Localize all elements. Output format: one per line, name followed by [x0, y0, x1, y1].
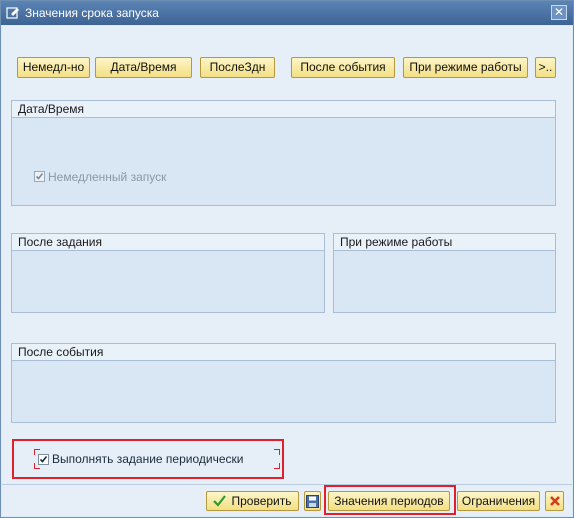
after-job-group: После задания — [11, 233, 325, 313]
operation-mode-button[interactable]: При режиме работы — [403, 57, 528, 78]
focus-corner — [274, 463, 280, 469]
immediate-start-row: Немедленный запуск — [34, 170, 166, 184]
title-bar: Значения срока запуска ✕ — [1, 1, 573, 25]
check-button[interactable]: Проверить — [206, 491, 299, 511]
after-job-button[interactable]: ПослеЗдн — [200, 57, 275, 78]
datetime-group: Дата/Время Немедленный запуск — [11, 100, 556, 206]
periodic-checkbox[interactable] — [38, 453, 49, 465]
cancel-button[interactable] — [545, 491, 564, 511]
after-event-group-title: После события — [12, 344, 555, 361]
window-title: Значения срока запуска — [25, 6, 159, 20]
footer-separator — [2, 484, 572, 485]
dialog-window: Значения срока запуска ✕ Немедл-но Дата/… — [0, 0, 574, 518]
periodic-label: Выполнять задание периодически — [52, 452, 244, 466]
window-edit-icon — [6, 7, 19, 19]
save-icon — [306, 494, 319, 508]
period-values-button[interactable]: Значения периодов — [328, 491, 450, 511]
restrictions-button[interactable]: Ограничения — [457, 491, 540, 511]
save-button[interactable] — [304, 491, 321, 511]
periodic-row[interactable]: Выполнять задание периодически — [34, 449, 280, 469]
immediate-start-label: Немедленный запуск — [48, 170, 167, 184]
operation-mode-group: При режиме работы — [333, 233, 556, 313]
close-button[interactable]: ✕ — [551, 5, 567, 20]
check-button-label: Проверить — [231, 494, 292, 508]
operation-mode-group-title: При режиме работы — [334, 234, 555, 251]
periodic-highlight: Выполнять задание периодически — [12, 439, 284, 479]
more-button[interactable]: >.. — [535, 57, 556, 78]
after-event-button[interactable]: После события — [291, 57, 395, 78]
datetime-button[interactable]: Дата/Время — [95, 57, 192, 78]
dialog-body: Немедл-но Дата/Время ПослеЗдн После собы… — [2, 26, 572, 516]
close-icon: ✕ — [553, 5, 565, 19]
checkmark-icon — [35, 173, 44, 180]
datetime-group-title: Дата/Время — [12, 101, 555, 118]
checkmark-icon — [39, 455, 48, 463]
checkmark-icon — [213, 495, 227, 507]
focus-corner — [274, 449, 280, 455]
immediate-start-checkbox — [34, 171, 45, 182]
after-event-group: После события — [11, 343, 556, 423]
cancel-icon — [549, 496, 560, 506]
after-job-group-title: После задания — [12, 234, 324, 251]
immediate-button[interactable]: Немедл-но — [17, 57, 90, 78]
